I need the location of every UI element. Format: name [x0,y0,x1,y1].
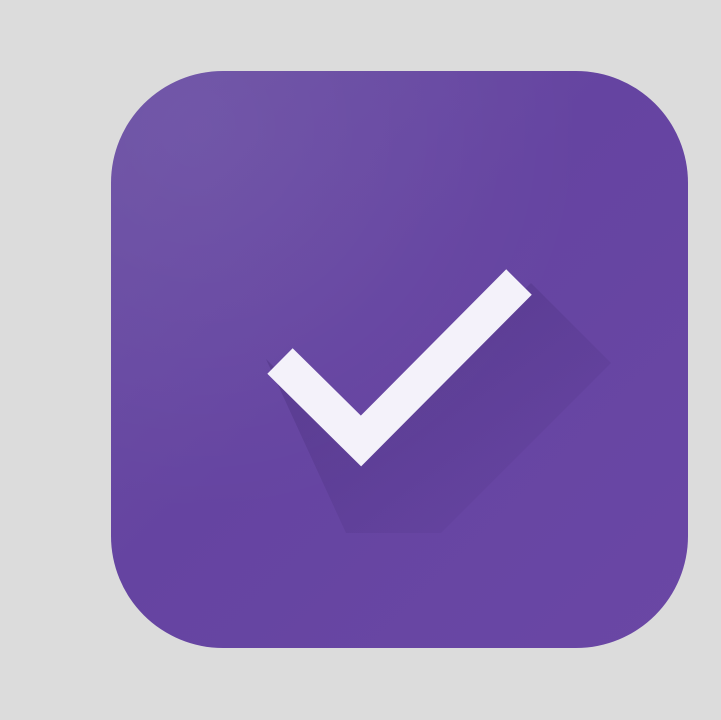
app-icon[interactable] [111,71,688,648]
check-icon [266,269,611,533]
canvas [0,0,721,720]
